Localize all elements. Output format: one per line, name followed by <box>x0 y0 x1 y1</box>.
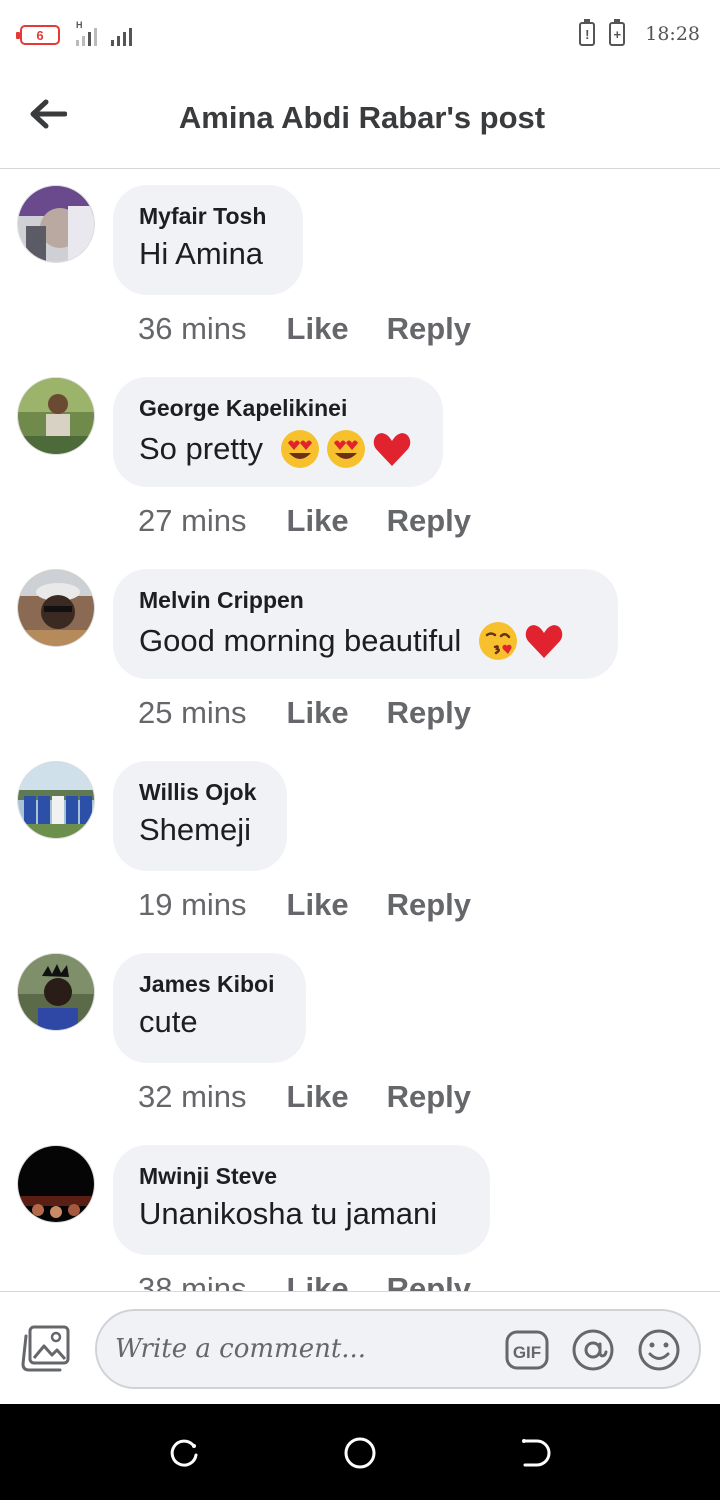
red-heart-emoji-icon <box>373 433 411 466</box>
like-button[interactable]: Like <box>287 311 349 347</box>
battery-charging-icon: + <box>609 19 626 46</box>
red-heart-emoji-icon <box>526 625 563 658</box>
status-bar: 6 H ! + 18:28 <box>0 0 720 72</box>
battery-saver-icon: 6 <box>16 25 60 45</box>
avatar[interactable] <box>17 953 95 1031</box>
reply-button[interactable]: Reply <box>387 311 471 347</box>
reply-button[interactable]: Reply <box>387 695 471 731</box>
emoji-button[interactable] <box>637 1328 681 1372</box>
comment-box: GIF <box>95 1309 701 1389</box>
smiley-icon <box>638 1329 680 1371</box>
avatar[interactable] <box>17 569 95 647</box>
comment-item: James Kiboi cute 32 mins Like Reply <box>0 937 720 1129</box>
comment-text: So pretty <box>139 431 264 466</box>
commenter-name[interactable]: Willis Ojok <box>139 779 261 806</box>
commenter-name[interactable]: Mwinji Steve <box>139 1163 464 1190</box>
comment-input[interactable] <box>115 1325 505 1373</box>
commenter-name[interactable]: Melvin Crippen <box>139 587 592 614</box>
reply-button[interactable]: Reply <box>387 503 471 539</box>
recents-button[interactable] <box>167 1436 201 1470</box>
commenter-name[interactable]: Myfair Tosh <box>139 203 277 230</box>
page-title: Amina Abdi Rabar's post <box>178 100 546 135</box>
comment-item: Myfair Tosh Hi Amina 36 mins Like Reply <box>0 169 720 361</box>
comment-bubble[interactable]: Willis Ojok Shemeji <box>113 761 287 871</box>
comment-bubble[interactable]: James Kiboi cute <box>113 953 306 1063</box>
photo-icon <box>21 1325 70 1372</box>
comment-time: 19 mins <box>138 887 247 922</box>
comment-time: 36 mins <box>138 311 247 346</box>
heart-eyes-emoji-icon <box>327 430 366 468</box>
system-nav-bar <box>0 1404 720 1500</box>
reply-button[interactable]: Reply <box>387 1271 471 1291</box>
comment-text: cute <box>139 1004 198 1039</box>
comment-bubble[interactable]: Myfair Tosh Hi Amina <box>113 185 303 295</box>
reply-button[interactable]: Reply <box>387 1079 471 1115</box>
comment-text: Hi Amina <box>139 236 264 271</box>
commenter-name[interactable]: George Kapelikinei <box>139 395 417 422</box>
add-photo-button[interactable] <box>20 1324 74 1374</box>
status-time: 18:28 <box>645 23 700 45</box>
comment-item: George Kapelikinei So pretty 27 mins Lik… <box>0 361 720 553</box>
like-button[interactable]: Like <box>287 1271 349 1291</box>
comment-bubble[interactable]: Mwinji Steve Unanikosha tu jamani <box>113 1145 490 1255</box>
gif-button[interactable]: GIF <box>505 1328 549 1372</box>
mention-button[interactable] <box>571 1328 615 1372</box>
battery-level: 6 <box>36 27 44 43</box>
comment-time: 27 mins <box>138 503 247 538</box>
at-sign-icon <box>572 1329 614 1371</box>
avatar[interactable] <box>17 761 95 839</box>
avatar[interactable] <box>17 1145 95 1223</box>
comment-list[interactable]: Myfair Tosh Hi Amina 36 mins Like Reply … <box>0 169 720 1291</box>
like-button[interactable]: Like <box>287 887 349 923</box>
recents-icon <box>170 1439 198 1467</box>
page-header: Amina Abdi Rabar's post <box>0 72 720 169</box>
comment-time: 38 mins <box>138 1271 247 1291</box>
back-nav-icon <box>522 1439 551 1467</box>
comment-bubble[interactable]: George Kapelikinei So pretty <box>113 377 443 487</box>
gif-label: GIF <box>513 1343 541 1362</box>
like-button[interactable]: Like <box>287 695 349 731</box>
network-type-label: H <box>76 20 83 30</box>
comment-text: Shemeji <box>139 812 251 847</box>
comment-time: 32 mins <box>138 1079 247 1114</box>
comment-text: Good morning beautiful <box>139 623 462 658</box>
reply-button[interactable]: Reply <box>387 887 471 923</box>
comment-item: Mwinji Steve Unanikosha tu jamani 38 min… <box>0 1129 720 1291</box>
comment-time: 25 mins <box>138 695 247 730</box>
commenter-name[interactable]: James Kiboi <box>139 971 280 998</box>
signal-icon: H <box>76 20 132 46</box>
home-icon <box>344 1437 376 1469</box>
comment-composer: GIF <box>0 1291 720 1404</box>
kissing-face-emoji-icon <box>479 622 518 660</box>
avatar[interactable] <box>17 185 95 263</box>
like-button[interactable]: Like <box>287 503 349 539</box>
comment-item: Willis Ojok Shemeji 19 mins Like Reply <box>0 745 720 937</box>
alert-icon: ! <box>579 19 596 46</box>
heart-eyes-emoji-icon <box>281 430 320 468</box>
comment-bubble[interactable]: Melvin Crippen Good morning beautiful <box>113 569 618 679</box>
avatar[interactable] <box>17 377 95 455</box>
back-nav-button[interactable] <box>519 1436 553 1470</box>
home-button[interactable] <box>343 1436 377 1470</box>
like-button[interactable]: Like <box>287 1079 349 1115</box>
gif-icon: GIF <box>505 1330 549 1370</box>
comment-text: Unanikosha tu jamani <box>139 1196 438 1231</box>
comment-item: Melvin Crippen Good morning beautiful 25… <box>0 553 720 745</box>
